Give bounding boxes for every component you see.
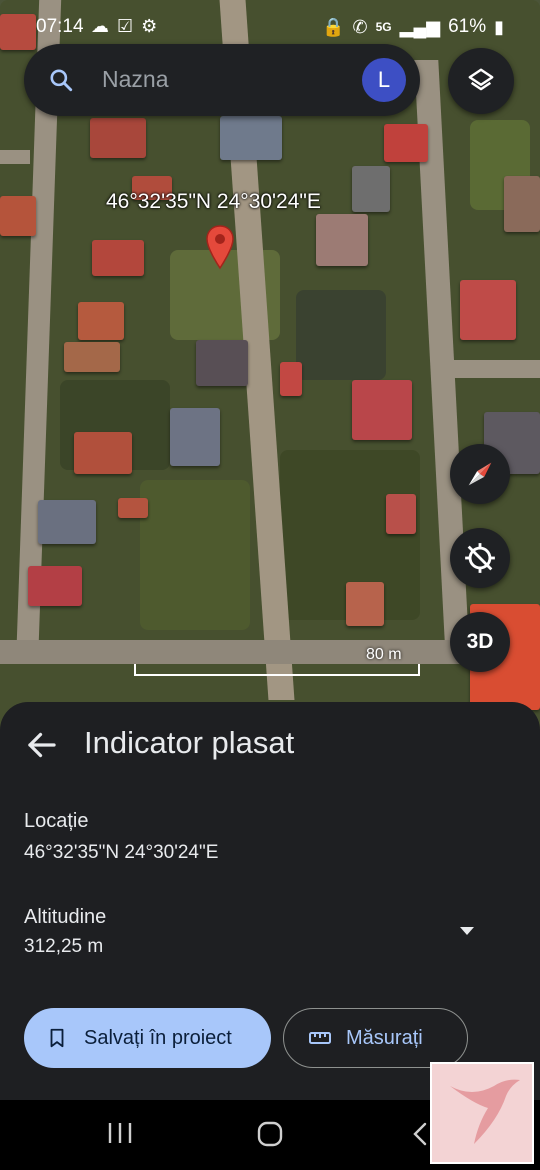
signal-icon: ▂▄▆ [399,16,441,37]
account-avatar[interactable]: L [362,58,406,102]
compass-icon [468,462,492,486]
back-arrow-icon[interactable] [24,727,60,763]
home-icon[interactable] [256,1120,284,1148]
measure-button[interactable]: Măsurați [283,1008,468,1068]
scale-label: 80 m [366,646,402,663]
my-location-button[interactable] [450,528,510,588]
altitude-value: 312,25 m [24,936,104,957]
measure-button-label: Măsurați [346,1026,423,1049]
vpn-key-icon: 🔒 [322,16,345,37]
gear-icon: ⚙ [141,16,158,36]
ruler-icon [309,1032,331,1044]
compass-button[interactable] [450,444,510,504]
search-bar[interactable]: Nazna L [24,44,420,116]
cloud-icon: ☁ [91,16,109,36]
marker-coordinates-label: 46°32'35"N 24°30'24"E [106,190,321,213]
battery-icon: ▮ [494,16,504,37]
status-time: 07:14 [36,16,84,37]
location-disabled-icon [465,543,495,573]
search-input[interactable]: Nazna [102,66,168,93]
watermark-logo [430,1062,534,1164]
chevron-down-icon[interactable] [456,924,478,938]
location-label: Locație [24,810,89,832]
3d-toggle-button[interactable]: 3D [450,612,510,672]
save-to-project-button[interactable]: Salvați în proiect [24,1008,271,1068]
placemark-bottom-sheet: Indicator plasat Locație 46°32'35"N 24°3… [0,702,540,1100]
location-pin-icon[interactable] [204,224,236,270]
altitude-label: Altitudine [24,906,107,928]
bookmark-icon [50,1028,64,1048]
sheet-title: Indicator plasat [84,725,295,760]
back-nav-icon[interactable] [410,1120,430,1148]
5g-icon: 5G [375,20,392,34]
save-button-label: Salvați în proiect [84,1026,232,1049]
bird-logo-icon [450,1079,520,1144]
battery-percent: 61% [448,16,487,37]
location-value: 46°32'35"N 24°30'24"E [24,842,219,863]
check-box-icon: ☑ [117,16,134,36]
recent-apps-icon[interactable] [106,1120,134,1146]
layers-icon [468,68,494,91]
search-icon [50,69,73,92]
call-icon: ✆ [352,16,368,37]
layers-button[interactable] [448,48,514,114]
scale-bar [134,664,420,676]
